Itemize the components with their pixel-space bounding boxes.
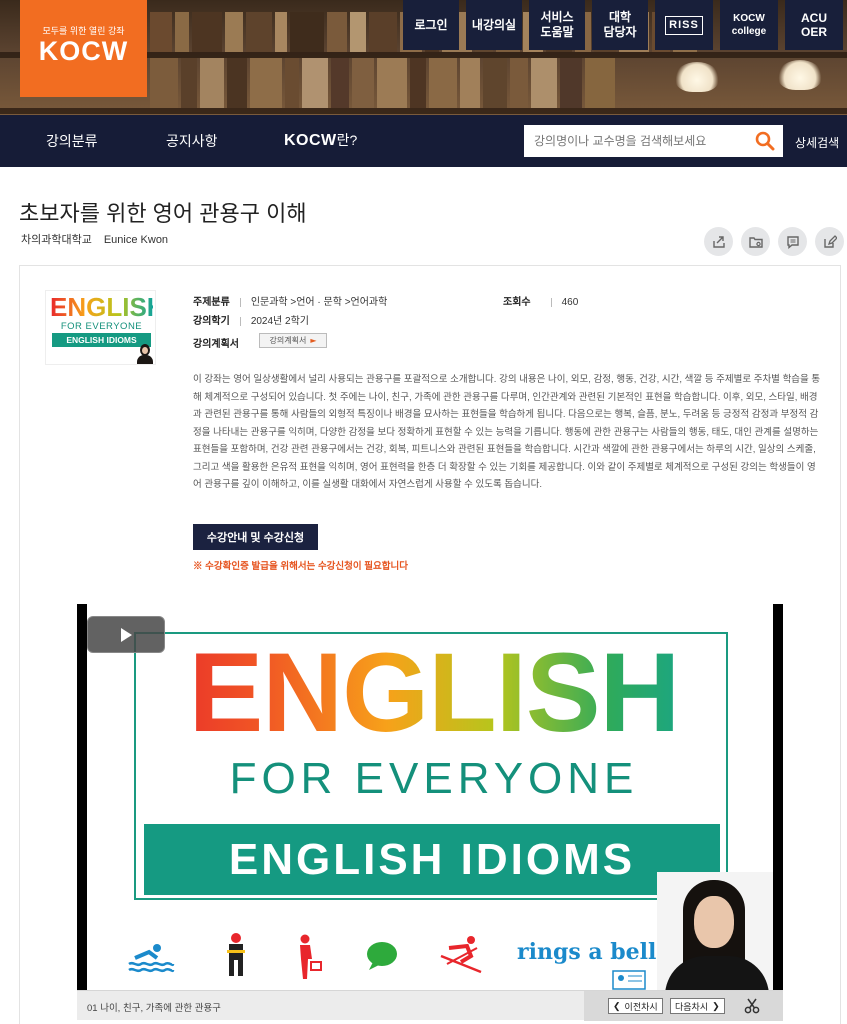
id-card-icon — [612, 970, 646, 990]
kocw-logo[interactable]: 모두를 위한 열린 강좌 KOCW — [20, 0, 147, 97]
chevron-right-icon: ► — [310, 336, 317, 345]
course-thumbnail: ENGLISH FOR EVERYONE ENGLISH IDIOMS — [45, 290, 166, 365]
skier-icon — [440, 936, 482, 974]
save-folder-button[interactable] — [741, 227, 770, 256]
views-value: 460 — [561, 297, 579, 308]
cover-band: ENGLISH IDIOMS — [144, 824, 720, 895]
play-button[interactable] — [87, 616, 165, 653]
businessman-icon — [300, 934, 322, 979]
edit-icon — [823, 234, 837, 248]
speech-bubble-icon — [367, 942, 397, 970]
comment-icon — [786, 235, 799, 249]
acu-oer-link[interactable]: ACU OER — [785, 0, 843, 50]
subject-row: 주제분류 인문과학 >언어 · 문학 >언어과학 — [193, 297, 388, 308]
chevron-left-icon: ❮ — [613, 1000, 621, 1011]
university-name: 차의과학대학교 — [21, 234, 92, 246]
chevron-right-icon: ❯ — [712, 1000, 720, 1011]
login-button[interactable]: 로그인 — [403, 0, 459, 50]
thumb-title: ENGLISH — [50, 292, 166, 322]
course-actions — [704, 227, 847, 256]
share-icon — [712, 235, 725, 248]
video-frame: ENGLISH FOR EVERYONE ENGLISH IDIOMS ring… — [87, 604, 773, 990]
instructor-name: Eunice Kwon — [103, 234, 169, 246]
cover-subtitle: FOR EVERYONE — [229, 754, 639, 803]
comment-button[interactable] — [778, 227, 807, 256]
nav-about-kocw[interactable]: KOCW란? — [284, 130, 357, 150]
bookshelf-decoration — [150, 58, 847, 108]
previous-lecture-button[interactable]: ❮ 이전차시 — [608, 998, 663, 1014]
logo-wordmark: KOCW — [38, 36, 129, 66]
syllabus-button[interactable]: 강의계획서 ► — [259, 333, 327, 348]
current-lecture-title: 01 나이, 친구, 가족에 관한 관용구 — [87, 1003, 221, 1014]
enroll-button[interactable]: 수강안내 및 수강신청 — [193, 524, 318, 550]
nav-notices[interactable]: 공지사항 — [166, 131, 218, 151]
lecture-navigation: ❮ 이전차시 다음차시 ❯ — [584, 991, 783, 1021]
thumb-subtitle: FOR EVERYONE — [60, 321, 143, 332]
term-row: 강의학기 2024년 2학기 — [193, 316, 309, 327]
course-byline: 차의과학대학교 Eunice Kwon — [21, 231, 168, 247]
university-admin-button[interactable]: 대학 담당자 — [592, 0, 648, 50]
write-review-button[interactable] — [815, 227, 844, 256]
folder-icon — [748, 236, 763, 248]
play-icon — [121, 627, 132, 642]
share-button[interactable] — [704, 227, 733, 256]
my-classroom-button[interactable]: 내강의실 — [466, 0, 522, 50]
kocw-college-link[interactable]: KOCW college — [720, 0, 778, 50]
page-title: 초보자를 위한 영어 관용구 이해 — [19, 201, 307, 226]
nav-course-category[interactable]: 강의분류 — [46, 131, 98, 151]
riss-link[interactable]: RISS — [655, 0, 713, 50]
lecture-control-bar: 01 나이, 친구, 가족에 관한 관용구 ❮ 이전차시 다음차시 ❯ — [77, 990, 783, 1021]
instructor-webcam — [657, 872, 773, 990]
service-help-button[interactable]: 서비스 도움말 — [529, 0, 585, 50]
advanced-search-link[interactable]: 상세검색 — [795, 134, 839, 151]
top-utility-menu: 로그인 내강의실 서비스 도움말 대학 담당자 RISS KOCW colleg… — [403, 0, 847, 50]
main-nav: 강의분류 공지사항 KOCW란? 상세검색 — [0, 115, 847, 167]
video-player[interactable]: ENGLISH FOR EVERYONE ENGLISH IDIOMS ring… — [77, 604, 783, 990]
swimmer-icon — [128, 944, 175, 973]
next-lecture-button[interactable]: 다음차시 ❯ — [670, 998, 725, 1014]
enroll-notice: ※ 수강확인증 발급을 위해서는 수강신청이 필요합니다 — [193, 561, 408, 572]
term-value: 2024년 2학기 — [250, 316, 309, 327]
course-description: 이 강좌는 영어 일상생활에서 널리 사용되는 관용구를 포괄적으로 소개합니다… — [193, 374, 821, 490]
scissors-icon[interactable] — [744, 998, 760, 1014]
thumb-presenter — [136, 342, 154, 364]
cover-title: ENGLISH — [139, 634, 729, 752]
views-row: 조회수 460 — [503, 297, 579, 308]
search-box — [524, 125, 783, 157]
search-input[interactable] — [524, 125, 744, 157]
search-icon[interactable] — [755, 131, 775, 151]
plan-row: 강의계획서 — [193, 339, 239, 350]
firefighter-icon — [227, 933, 245, 976]
subject-value[interactable]: 인문과학 >언어 · 문학 >언어과학 — [251, 297, 388, 308]
cover-caption: rings a bell — [517, 939, 657, 965]
